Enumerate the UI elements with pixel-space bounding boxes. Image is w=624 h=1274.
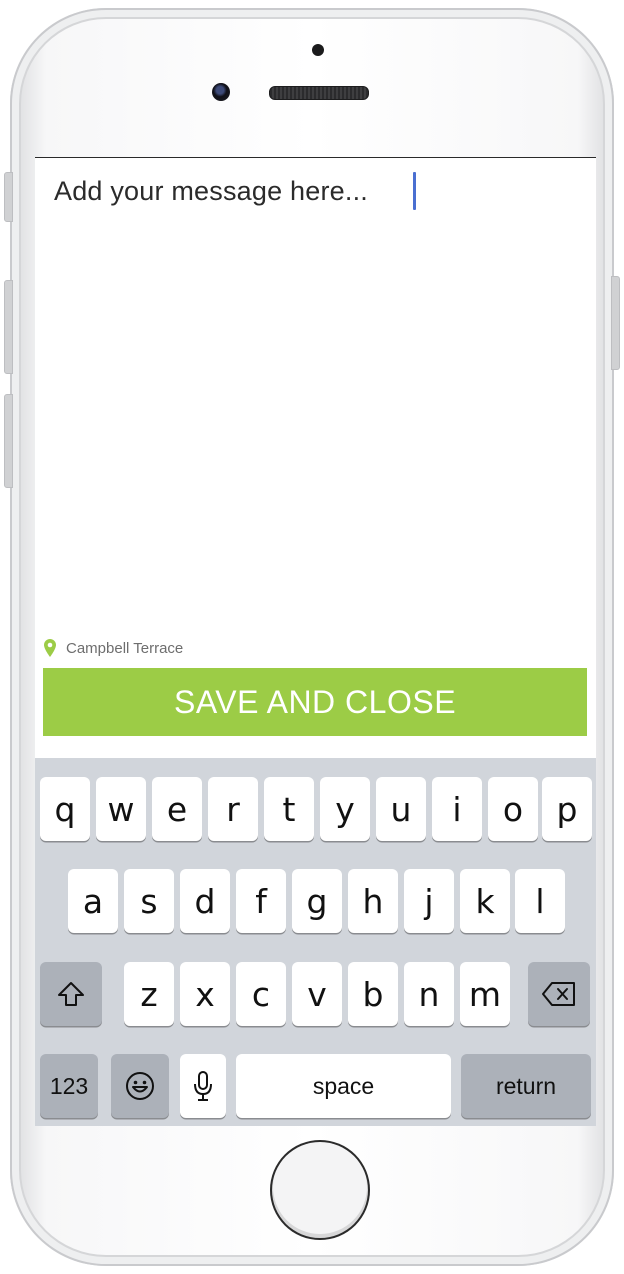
key-c[interactable]: c: [236, 962, 286, 1026]
key-a[interactable]: a: [68, 869, 118, 933]
backspace-key[interactable]: [528, 962, 590, 1026]
key-t[interactable]: t: [264, 777, 314, 841]
key-k[interactable]: k: [460, 869, 510, 933]
key-g[interactable]: g: [292, 869, 342, 933]
key-w[interactable]: w: [96, 777, 146, 841]
microphone-key[interactable]: [180, 1054, 226, 1118]
key-l[interactable]: l: [515, 869, 565, 933]
screen: Add your message here... Campbell Terrac…: [35, 157, 596, 1126]
emoji-icon: [126, 1072, 154, 1100]
volume-up-button: [4, 280, 13, 374]
key-j[interactable]: j: [404, 869, 454, 933]
key-d[interactable]: d: [180, 869, 230, 933]
proximity-sensor: [312, 44, 324, 56]
home-button[interactable]: [270, 1140, 370, 1240]
key-u[interactable]: u: [376, 777, 426, 841]
shift-key[interactable]: [40, 962, 102, 1026]
volume-down-button: [4, 394, 13, 488]
key-h[interactable]: h: [348, 869, 398, 933]
key-f[interactable]: f: [236, 869, 286, 933]
key-q[interactable]: q: [40, 777, 90, 841]
key-y[interactable]: y: [320, 777, 370, 841]
keyboard: q w e r t y u i o p a s d f g h j k l z …: [35, 758, 596, 1126]
front-camera-icon: [212, 83, 230, 101]
shift-arrow-icon: [58, 982, 84, 1006]
return-key[interactable]: return: [461, 1054, 591, 1118]
numbers-key[interactable]: 123: [40, 1054, 98, 1118]
save-and-close-button[interactable]: SAVE AND CLOSE: [43, 668, 587, 736]
key-o[interactable]: o: [488, 777, 538, 841]
location-indicator: Campbell Terrace: [44, 638, 183, 658]
key-m[interactable]: m: [460, 962, 510, 1026]
key-r[interactable]: r: [208, 777, 258, 841]
key-s[interactable]: s: [124, 869, 174, 933]
key-e[interactable]: e: [152, 777, 202, 841]
power-button: [611, 276, 620, 370]
backspace-icon: [542, 982, 575, 1006]
key-x[interactable]: x: [180, 962, 230, 1026]
location-pin-icon: [44, 639, 56, 657]
message-textarea[interactable]: Add your message here...: [35, 158, 596, 628]
microphone-icon: [194, 1071, 212, 1101]
silent-switch: [4, 172, 13, 222]
emoji-key[interactable]: [111, 1054, 169, 1118]
key-n[interactable]: n: [404, 962, 454, 1026]
key-z[interactable]: z: [124, 962, 174, 1026]
message-text: Add your message here...: [54, 176, 368, 206]
key-v[interactable]: v: [292, 962, 342, 1026]
key-i[interactable]: i: [432, 777, 482, 841]
text-cursor: [413, 172, 416, 210]
key-b[interactable]: b: [348, 962, 398, 1026]
key-p[interactable]: p: [542, 777, 592, 841]
earpiece-speaker: [269, 86, 369, 100]
space-key[interactable]: space: [236, 1054, 451, 1118]
location-label: Campbell Terrace: [66, 639, 184, 657]
